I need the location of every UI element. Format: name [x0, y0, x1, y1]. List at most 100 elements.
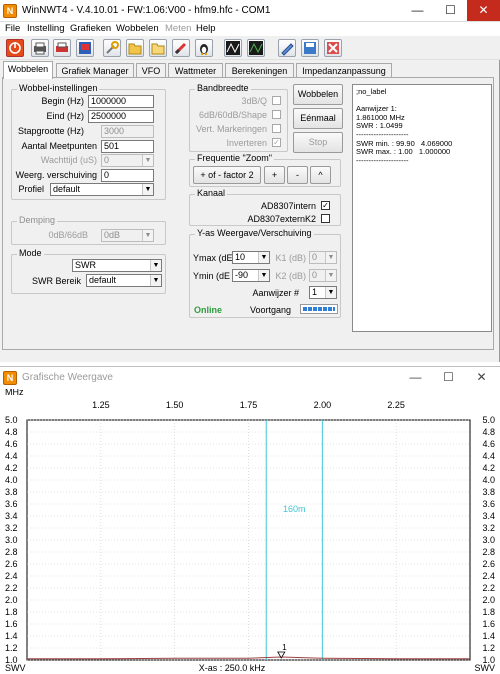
- menu-help[interactable]: Help: [196, 23, 216, 34]
- y-axis-title: Y-as Weergave/Verschuiving: [195, 228, 314, 238]
- tab-vfo[interactable]: VFO: [136, 63, 166, 78]
- bw-3db-checkbox: [272, 96, 281, 105]
- swr-chart[interactable]: 5.0 5.0 4.8 4.8 4.6 4.6 4.4 4.4 4.2 4.2 4.0 4.0 3.8 3…: [0, 389, 500, 673]
- begin-input[interactable]: 1000000: [88, 95, 154, 108]
- eenmaal-button[interactable]: Eénmaal: [293, 108, 343, 129]
- y-tick-label-right: 2.8: [482, 547, 495, 557]
- maximize-button[interactable]: ☐: [434, 0, 467, 21]
- ymax-label: Ymax (dE: [193, 253, 233, 263]
- k2-select: 0 ▼: [309, 269, 337, 282]
- profiel-select[interactable]: default ▼: [50, 183, 154, 196]
- main-window: N WinNWT4 - V.4.10.01 - FW:1.06:V00 - hf…: [0, 0, 500, 362]
- demping-title: Demping: [17, 215, 58, 225]
- ymax-select[interactable]: 10 ▼: [232, 251, 270, 264]
- tab-grafiek-manager[interactable]: Grafiek Manager: [56, 63, 134, 78]
- screen-print-icon[interactable]: [76, 39, 94, 57]
- online-status: Online: [194, 305, 223, 315]
- graph-close-button[interactable]: ✕: [465, 367, 498, 388]
- x-unit-label: MHz: [5, 389, 24, 397]
- y-tick-label-left: 1.6: [5, 619, 18, 629]
- save-icon[interactable]: [301, 39, 319, 57]
- ymin-value: -90: [235, 270, 249, 280]
- y-axis-label-right: SWV: [474, 663, 495, 673]
- tab-berekeningen[interactable]: Berekeningen: [225, 63, 294, 78]
- voortgang-fill: [303, 307, 335, 311]
- weergave-verschuiving-input[interactable]: 0: [101, 169, 154, 182]
- sweep-info-icon[interactable]: [247, 39, 265, 57]
- menu-meten[interactable]: Meten: [165, 23, 191, 34]
- wobbelen-button[interactable]: Wobbelen: [293, 84, 343, 105]
- chevron-down-icon: ▼: [258, 270, 269, 281]
- voortgang-progress: [300, 304, 338, 314]
- delete-icon[interactable]: [324, 39, 342, 57]
- title-bar[interactable]: N WinNWT4 - V.4.10.01 - FW:1.06:V00 - hf…: [0, 0, 500, 22]
- y-tick-label-right: 2.6: [482, 559, 495, 569]
- sweep-icon[interactable]: [224, 39, 242, 57]
- tux-icon[interactable]: [195, 39, 213, 57]
- pen-icon[interactable]: [278, 39, 296, 57]
- chevron-down-icon: ▼: [325, 270, 336, 281]
- aanwijzer-select[interactable]: 1 ▼: [309, 286, 337, 299]
- demping-label: 0dB/66dB: [48, 230, 88, 240]
- graph-title-bar[interactable]: N Grafische Weergave — ☐ ✕: [0, 367, 500, 389]
- menu-bar: File Instelling Grafieken Wobbelen Meten…: [0, 22, 500, 36]
- chevron-down-icon: ▼: [150, 275, 161, 286]
- stop-button[interactable]: Stop: [293, 132, 343, 153]
- swr-bereik-select[interactable]: default ▼: [86, 274, 162, 287]
- y-tick-label-right: 4.8: [482, 427, 495, 437]
- menu-instelling[interactable]: Instelling: [27, 23, 65, 34]
- y-tick-label-right: 4.6: [482, 439, 495, 449]
- menu-grafieken[interactable]: Grafieken: [70, 23, 111, 34]
- ad8307-intern-checkbox[interactable]: ✓: [321, 201, 330, 210]
- aanwijzer-value: 1: [312, 287, 318, 297]
- menu-wobbelen[interactable]: Wobbelen: [116, 23, 159, 34]
- demping-select: 0dB ▼: [101, 229, 154, 242]
- folder-icon[interactable]: [149, 39, 167, 57]
- bw-shape-checkbox: [272, 110, 281, 119]
- tab-wobbelen[interactable]: Wobbelen: [3, 61, 53, 79]
- wachttijd-select: 0 ▼: [101, 154, 154, 167]
- zoom-out-button[interactable]: -: [287, 166, 308, 184]
- y-tick-label-left: 3.6: [5, 499, 18, 509]
- ad8307-intern-label: AD8307intern: [260, 201, 316, 211]
- zoom-factor-button[interactable]: + of - factor 2: [193, 166, 261, 184]
- print-color-icon[interactable]: [53, 39, 71, 57]
- y-tick-label-left: 3.4: [5, 511, 18, 521]
- menu-file[interactable]: File: [5, 23, 20, 34]
- y-tick-label-left: 3.2: [5, 523, 18, 533]
- zoom-in-button[interactable]: +: [264, 166, 285, 184]
- graph-maximize-button[interactable]: ☐: [432, 367, 465, 388]
- ad8307-extern-checkbox[interactable]: [321, 214, 330, 223]
- printer-icon[interactable]: [31, 39, 49, 57]
- tab-impedanzanpassung[interactable]: Impedanzanpassung: [296, 63, 392, 78]
- ymax-value: 10: [235, 252, 246, 262]
- tab-wattmeter[interactable]: Wattmeter: [168, 63, 223, 78]
- y-tick-label-left: 2.8: [5, 547, 18, 557]
- kanaal-title: Kanaal: [195, 188, 228, 198]
- zoom-title: Frequentie "Zoom": [195, 153, 274, 163]
- minimize-button[interactable]: —: [401, 0, 434, 21]
- y-tick-label-left: 3.0: [5, 535, 18, 545]
- chevron-down-icon: ▼: [325, 252, 336, 263]
- close-button[interactable]: ✕: [467, 0, 500, 21]
- x-tick-label: 1.25: [92, 400, 110, 410]
- ymin-select[interactable]: -90 ▼: [232, 269, 270, 282]
- profiel-value: default: [53, 184, 81, 194]
- y-axis-label-left: SWV: [5, 663, 26, 673]
- meetpunten-input[interactable]: 501: [101, 140, 154, 153]
- y-tick-label-right: 1.6: [482, 619, 495, 629]
- tools-icon[interactable]: [103, 39, 121, 57]
- graph-minimize-button[interactable]: —: [399, 367, 432, 388]
- app-icon: N: [3, 4, 17, 18]
- mode-select[interactable]: SWR ▼: [72, 259, 162, 272]
- wachttijd-value: 0: [104, 155, 110, 165]
- eind-input[interactable]: 2500000: [88, 110, 154, 123]
- band-label: 160m: [283, 504, 306, 514]
- y-tick-label-left: 1.4: [5, 631, 18, 641]
- folder-open-icon[interactable]: [126, 39, 144, 57]
- x-tick-label: 1.50: [166, 400, 184, 410]
- power-icon[interactable]: [6, 39, 24, 57]
- zoom-center-button[interactable]: ^: [310, 166, 331, 184]
- info-panel[interactable]: ;no_label Aanwijzer 1: 1.861000 MHz SWR …: [352, 84, 492, 332]
- wand-icon[interactable]: [172, 39, 190, 57]
